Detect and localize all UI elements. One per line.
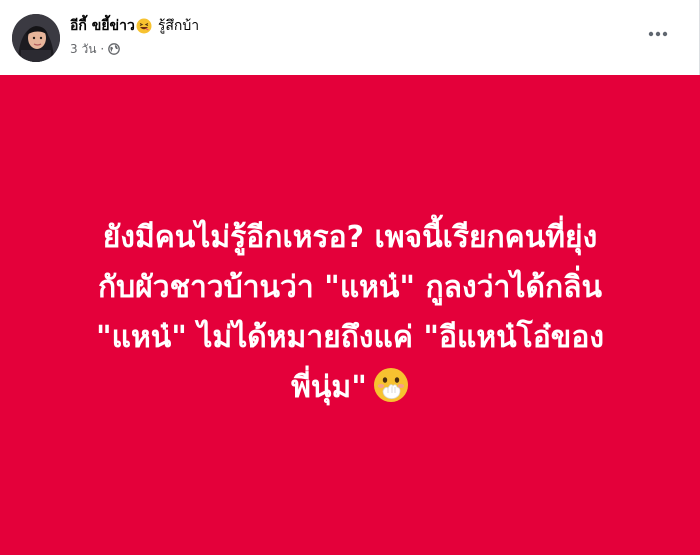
post-text-line-last: พี่นุ่ม" bbox=[0, 363, 700, 413]
post-text-line: "แหน๋" ไม่ได้หมายถึงแค่ "อีแหน๋โอ๋ของ bbox=[96, 320, 604, 355]
author-avatar[interactable] bbox=[12, 14, 60, 62]
face-with-hand-over-mouth-icon bbox=[373, 367, 409, 403]
feeling-label[interactable]: รู้สึกบ้า bbox=[158, 16, 199, 36]
post-text-line-content: พี่นุ่ม" bbox=[291, 370, 367, 405]
meta-separator: · bbox=[100, 42, 105, 56]
globe-icon[interactable] bbox=[108, 43, 121, 55]
post-text-line: ยังมีคนไม่รู้อีกเหรอ? เพจนี้เรียกคนที่ยุ… bbox=[102, 220, 598, 255]
avatar-image bbox=[12, 14, 60, 62]
post-header: อีกี้ ขยี้ข่าว รู้สึกบ้า 3 วัน · bbox=[0, 0, 700, 75]
more-horizontal-icon bbox=[648, 31, 668, 37]
author-line: อีกี้ ขยี้ข่าว รู้สึกบ้า bbox=[70, 16, 199, 36]
post-meta: 3 วัน · bbox=[70, 40, 121, 59]
more-options-button[interactable] bbox=[642, 22, 674, 46]
post-time[interactable]: 3 วัน bbox=[70, 40, 96, 59]
post-background-card: ยังมีคนไม่รู้อีกเหรอ? เพจนี้เรียกคนที่ยุ… bbox=[0, 75, 700, 555]
author-name[interactable]: อีกี้ ขยี้ข่าว bbox=[70, 16, 135, 36]
post-text: ยังมีคนไม่รู้อีกเหรอ? เพจนี้เรียกคนที่ยุ… bbox=[0, 213, 700, 413]
post-text-line: กับผัวชาวบ้านว่า "แหน๋" กูลงว่าได้กลิ่น bbox=[97, 270, 603, 305]
grinning-squinting-face-icon bbox=[136, 18, 152, 34]
